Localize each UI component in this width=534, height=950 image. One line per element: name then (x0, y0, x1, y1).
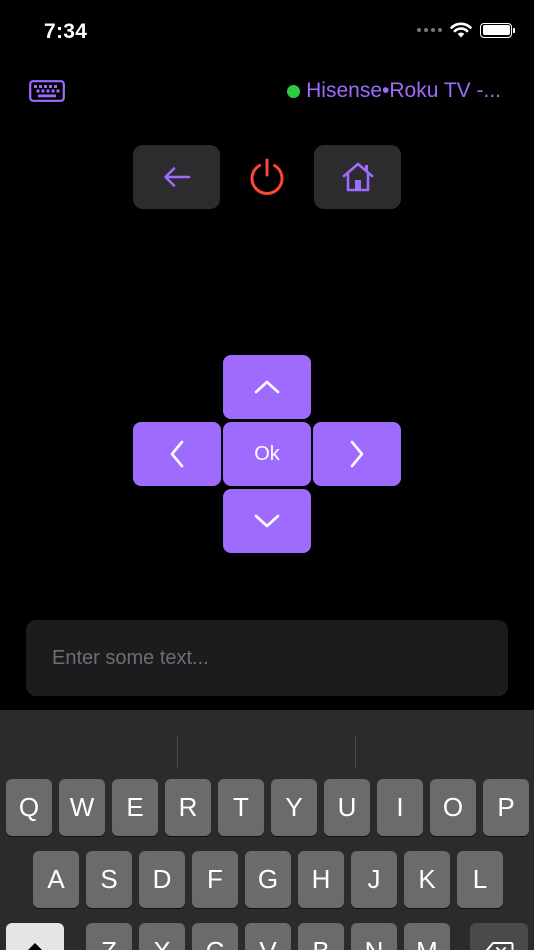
status-indicators (417, 22, 515, 38)
battery-icon (480, 22, 515, 38)
suggestion-divider (177, 736, 178, 768)
dpad-right-button[interactable] (313, 422, 401, 486)
key-o[interactable]: O (430, 779, 476, 836)
chevron-right-icon (350, 440, 364, 468)
suggestion-divider (355, 736, 356, 768)
shift-key[interactable] (6, 923, 64, 950)
key-p[interactable]: P (483, 779, 529, 836)
key-c[interactable]: C (192, 923, 238, 950)
connection-status-dot (287, 84, 301, 98)
keyboard-icon (29, 80, 65, 102)
key-j[interactable]: J (351, 851, 397, 908)
dpad-down-button[interactable] (223, 489, 311, 553)
delete-key[interactable] (470, 923, 528, 950)
key-e[interactable]: E (112, 779, 158, 836)
device-selector[interactable]: Hisense•Roku TV -... (287, 79, 501, 103)
key-t[interactable]: T (218, 779, 264, 836)
home-button[interactable] (314, 145, 401, 209)
key-z[interactable]: Z (86, 923, 132, 950)
arrow-left-icon (163, 167, 190, 187)
chevron-up-icon (254, 380, 280, 394)
status-time: 7:34 (44, 20, 88, 43)
key-v[interactable]: V (245, 923, 291, 950)
power-icon (250, 158, 284, 195)
key-r[interactable]: R (165, 779, 211, 836)
key-a[interactable]: A (33, 851, 79, 908)
key-d[interactable]: D (139, 851, 185, 908)
key-w[interactable]: W (59, 779, 105, 836)
key-k[interactable]: K (404, 851, 450, 908)
key-l[interactable]: L (457, 851, 503, 908)
dpad-up-button[interactable] (223, 355, 311, 419)
chevron-down-icon (254, 514, 280, 528)
cellular-signal-icon (417, 28, 442, 32)
key-q[interactable]: Q (6, 779, 52, 836)
key-u[interactable]: U (324, 779, 370, 836)
key-g[interactable]: G (245, 851, 291, 908)
key-f[interactable]: F (192, 851, 238, 908)
text-input-field[interactable] (26, 620, 508, 696)
device-name: Hisense•Roku TV -... (306, 79, 501, 102)
chevron-left-icon (170, 440, 184, 468)
shift-arrow-icon (27, 942, 43, 950)
backspace-icon (485, 941, 514, 950)
key-y[interactable]: Y (271, 779, 317, 836)
power-button[interactable] (244, 154, 290, 200)
dpad-ok-button[interactable]: Ok (223, 422, 311, 486)
wifi-icon (450, 22, 472, 38)
back-button[interactable] (133, 145, 220, 209)
dpad-left-button[interactable] (133, 422, 221, 486)
system-keyboard: Q W E R T Y U I O P A S D F G H J K L Z … (0, 710, 534, 950)
key-s[interactable]: S (86, 851, 132, 908)
key-h[interactable]: H (298, 851, 344, 908)
home-icon (342, 162, 373, 192)
keyboard-toggle-button[interactable] (29, 80, 65, 102)
key-b[interactable]: B (298, 923, 344, 950)
key-m[interactable]: M (404, 923, 450, 950)
key-i[interactable]: I (377, 779, 423, 836)
key-x[interactable]: X (139, 923, 185, 950)
key-n[interactable]: N (351, 923, 397, 950)
